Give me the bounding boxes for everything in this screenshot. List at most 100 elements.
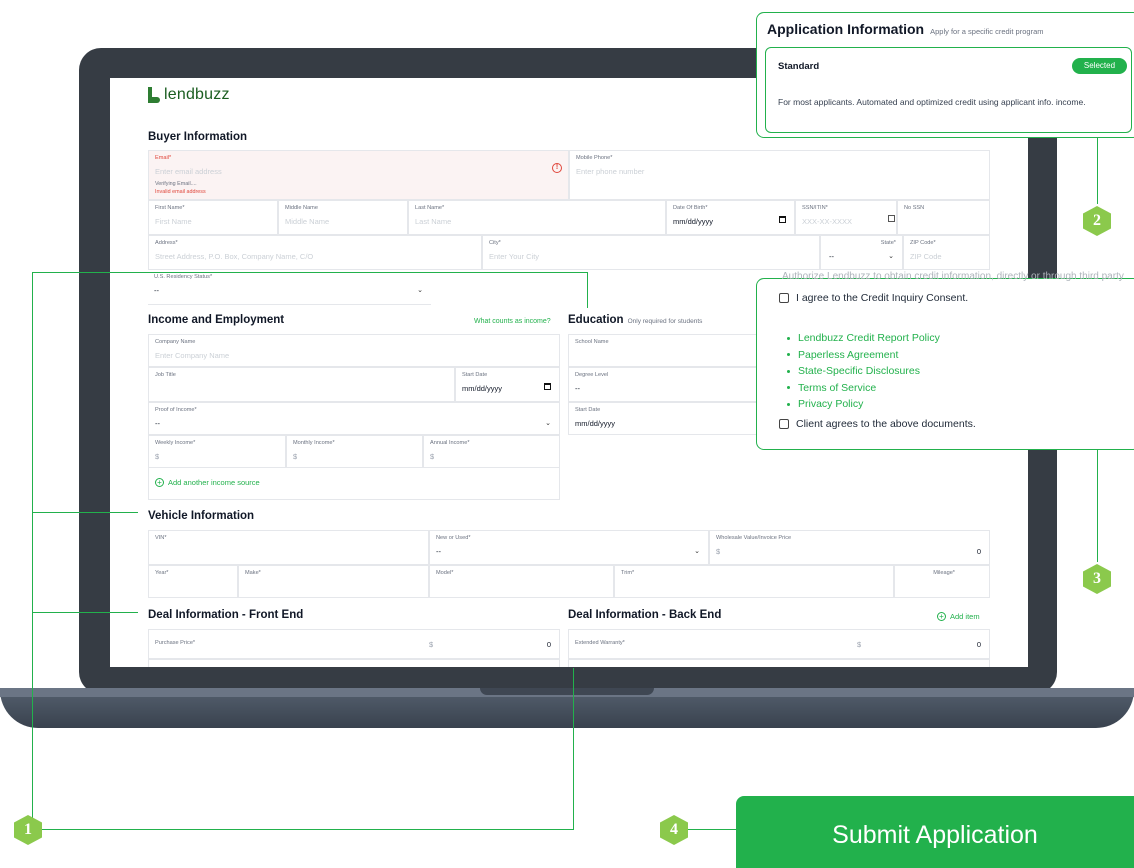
- chevron-down-icon: ⌄: [888, 253, 894, 260]
- policy-link-label[interactable]: Terms of Service: [798, 382, 876, 394]
- add-item-link[interactable]: + Add item: [937, 612, 980, 621]
- model-field[interactable]: Model*: [429, 565, 614, 598]
- policy-link-label[interactable]: Privacy Policy: [798, 398, 863, 410]
- policy-link-terms[interactable]: Terms of Service: [787, 380, 940, 397]
- vin-field[interactable]: VIN*: [148, 530, 429, 565]
- company-input[interactable]: Enter Company Name: [155, 351, 229, 360]
- mobile-input[interactable]: Enter phone number: [576, 167, 644, 176]
- purchase-value: 0: [546, 640, 551, 649]
- company-field[interactable]: Company Name Enter Company Name: [148, 334, 560, 367]
- callout-1-deal-line: [32, 612, 138, 613]
- policy-link-state-disclosures[interactable]: State-Specific Disclosures: [787, 363, 940, 380]
- brand-logo[interactable]: lendbuzz: [148, 86, 230, 104]
- zip-input[interactable]: ZIP Code: [910, 252, 942, 261]
- middle-name-input[interactable]: Middle Name: [285, 217, 329, 226]
- year-label: Year*: [155, 570, 169, 576]
- plus-circle-icon: +: [937, 612, 946, 621]
- monthly-income-field[interactable]: Monthly Income* $: [286, 435, 423, 468]
- what-counts-link[interactable]: What counts as income?: [474, 318, 551, 325]
- last-name-input[interactable]: Last Name: [415, 217, 451, 226]
- extended-warranty-field[interactable]: Extended Warranty* $ 0: [568, 629, 990, 659]
- no-ssn-field: No SSN: [897, 200, 990, 235]
- policy-link-privacy[interactable]: Privacy Policy: [787, 396, 940, 413]
- mobile-phone-field[interactable]: Mobile Phone* Enter phone number: [569, 150, 990, 200]
- city-input[interactable]: Enter Your City: [489, 252, 539, 261]
- first-name-label: First Name*: [155, 205, 185, 211]
- calendar-icon[interactable]: [779, 216, 786, 223]
- year-field[interactable]: Year*: [148, 565, 238, 598]
- policy-link-label[interactable]: Lendbuzz Credit Report Policy: [798, 332, 940, 344]
- callout-3-line: [1097, 450, 1098, 562]
- plus-circle-icon: +: [155, 478, 164, 487]
- add-income-source-link[interactable]: + Add another income source: [155, 478, 260, 487]
- ssn-input[interactable]: XXX-XX-XXXX: [802, 217, 852, 226]
- mileage-label: Mileage*: [933, 570, 955, 576]
- deal-back-next-row[interactable]: [568, 659, 990, 667]
- make-field[interactable]: Make*: [238, 565, 429, 598]
- residency-select[interactable]: U.S. Residency Status* -- ⌄: [148, 270, 431, 305]
- first-name-input[interactable]: First Name: [155, 217, 192, 226]
- monthly-label: Monthly Income*: [293, 440, 335, 446]
- zip-field[interactable]: ZIP Code* ZIP Code: [903, 235, 990, 270]
- middle-name-field[interactable]: Middle Name Middle Name: [278, 200, 408, 235]
- first-name-field[interactable]: First Name* First Name: [148, 200, 278, 235]
- policy-link-paperless[interactable]: Paperless Agreement: [787, 347, 940, 364]
- education-start-input[interactable]: mm/dd/yyyy: [575, 419, 615, 428]
- annual-income-field[interactable]: Annual Income* $: [423, 435, 560, 468]
- proof-of-income-select[interactable]: Proof of Income* -- ⌄: [148, 402, 560, 435]
- policy-link-credit-report[interactable]: Lendbuzz Credit Report Policy: [787, 330, 940, 347]
- last-name-field[interactable]: Last Name* Last Name: [408, 200, 666, 235]
- add-income-label: Add another income source: [168, 478, 260, 487]
- policy-link-label[interactable]: State-Specific Disclosures: [798, 365, 920, 377]
- trim-field[interactable]: Trim*: [614, 565, 894, 598]
- buyer-section-title: Buyer Information: [148, 131, 248, 143]
- dob-input[interactable]: mm/dd/yyyy: [673, 217, 713, 226]
- wholesale-currency: $: [716, 547, 721, 556]
- education-subtitle: Only required for students: [627, 318, 703, 325]
- income-start-input[interactable]: mm/dd/yyyy: [462, 384, 502, 393]
- deal-front-next-row[interactable]: [148, 659, 560, 667]
- school-name-field[interactable]: School Name: [568, 334, 768, 367]
- no-ssn-checkbox[interactable]: [888, 215, 895, 222]
- standard-program-option[interactable]: Standard Selected For most applicants. A…: [765, 47, 1132, 133]
- chevron-down-icon: ⌄: [545, 420, 551, 427]
- calendar-icon[interactable]: [544, 383, 551, 390]
- client-agrees-checkbox[interactable]: Client agrees to the above documents.: [779, 418, 976, 430]
- mileage-field[interactable]: Mileage*: [894, 565, 990, 598]
- address-field[interactable]: Address* Street Address, P.O. Box, Compa…: [148, 235, 482, 270]
- submit-application-button[interactable]: Submit Application: [736, 796, 1134, 868]
- weekly-income-field[interactable]: Weekly Income* $: [148, 435, 286, 468]
- degree-select[interactable]: Degree Level --: [568, 367, 768, 402]
- email-input[interactable]: Enter email address: [155, 167, 222, 176]
- job-title-field[interactable]: Job Title: [148, 367, 455, 402]
- checkbox-icon[interactable]: [779, 293, 789, 303]
- email-field[interactable]: Email* Enter email address Verifying Ema…: [148, 150, 569, 200]
- purchase-currency: $: [429, 640, 434, 649]
- callout-1-bottom-line: [32, 829, 574, 830]
- callout-4-line: [688, 829, 736, 830]
- city-field[interactable]: City* Enter Your City: [482, 235, 820, 270]
- state-select[interactable]: State* -- ⌄: [820, 235, 903, 270]
- ssn-field[interactable]: SSN/ITIN* XXX-XX-XXXX: [795, 200, 897, 235]
- education-start-date-field[interactable]: Start Date mm/dd/yyyy: [568, 402, 768, 435]
- chevron-down-icon: ⌄: [417, 287, 423, 294]
- wholesale-value-field[interactable]: Wholesale Value/Invoice Price $ 0: [709, 530, 990, 565]
- address-input[interactable]: Street Address, P.O. Box, Company Name, …: [155, 252, 313, 261]
- checkbox-icon[interactable]: [779, 419, 789, 429]
- degree-value: --: [575, 384, 580, 393]
- credit-inquiry-consent-checkbox[interactable]: I agree to the Credit Inquiry Consent.: [779, 292, 968, 304]
- purchase-price-field[interactable]: Purchase Price* $ 0: [148, 629, 560, 659]
- new-used-select[interactable]: New or Used* -- ⌄: [429, 530, 709, 565]
- client-agrees-label: Client agrees to the above documents.: [796, 418, 976, 430]
- dob-field[interactable]: Date Of Birth* mm/dd/yyyy: [666, 200, 795, 235]
- callout-1-residency-line: [32, 272, 588, 273]
- policy-link-label[interactable]: Paperless Agreement: [798, 349, 898, 361]
- wholesale-label: Wholesale Value/Invoice Price: [716, 535, 792, 541]
- income-start-date-field[interactable]: Start Date mm/dd/yyyy: [455, 367, 560, 402]
- annual-currency: $: [430, 452, 435, 461]
- weekly-currency: $: [155, 452, 160, 461]
- callout-1-marker: 1: [14, 815, 42, 845]
- callout-3-marker: 3: [1083, 564, 1111, 594]
- proof-value: --: [155, 419, 160, 428]
- application-info-card: Application Information Apply for a speci…: [756, 12, 1134, 138]
